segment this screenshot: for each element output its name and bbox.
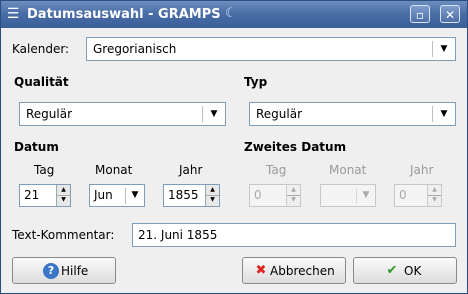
combo-separator <box>125 188 126 204</box>
help-label: Hilfe <box>61 264 89 278</box>
spin-down-icon[interactable]: ▼ <box>287 195 300 205</box>
calendar-label: Kalender: <box>12 42 70 56</box>
calendar-value: Gregorianisch <box>93 42 177 56</box>
type-value: Regulär <box>256 107 303 121</box>
chevron-down-icon: ▼ <box>210 109 218 119</box>
spin-down-icon[interactable]: ▼ <box>428 195 441 205</box>
window-title: Datumsauswahl - GRAMPS <box>27 7 221 22</box>
combo-separator <box>432 106 433 122</box>
close-icon[interactable]: ✕ <box>440 5 460 23</box>
checkmark-icon: ✔ <box>386 263 398 278</box>
spin-down-icon[interactable]: ▼ <box>206 195 219 205</box>
month-select[interactable]: Jun ▼ <box>89 184 145 207</box>
cancel-label: Abbrechen <box>270 264 335 278</box>
day-value: 21 <box>24 188 40 202</box>
window-menu-icon[interactable]: ☰ <box>5 6 21 22</box>
second-date-heading: Zweites Datum <box>244 140 347 154</box>
month-value: Jun <box>94 188 113 202</box>
combo-separator <box>202 106 203 122</box>
cancel-icon: ✖ <box>255 263 267 278</box>
text-comment-value: 21. Juni 1855 <box>138 228 218 242</box>
calendar-select[interactable]: Gregorianisch ▼ <box>86 37 456 61</box>
chevron-down-icon: ▼ <box>131 190 139 200</box>
ok-button[interactable]: ✔ OK <box>353 257 457 284</box>
year-spinner[interactable]: 1855 ▲ ▼ <box>163 184 220 207</box>
minimize-icon[interactable]: ▫ <box>410 5 430 23</box>
text-comment-label: Text-Kommentar: <box>12 228 115 242</box>
day-spinner[interactable]: 21 ▲ ▼ <box>19 184 71 207</box>
text-comment-input[interactable]: 21. Juni 1855 <box>132 223 456 247</box>
spin-buttons: ▲ ▼ <box>205 185 219 206</box>
day-label: Tag <box>34 163 55 177</box>
chevron-down-icon: ▼ <box>440 44 448 54</box>
chevron-down-icon: ▼ <box>362 190 370 200</box>
dialog-content: Kalender: Gregorianisch ▼ Qualität Regul… <box>1 28 467 293</box>
ok-label: OK <box>404 264 422 278</box>
second-day-label: Tag <box>266 163 287 177</box>
combo-separator <box>356 188 357 204</box>
spin-buttons: ▲ ▼ <box>56 185 70 206</box>
help-button[interactable]: ? Hilfe <box>12 257 116 284</box>
second-year-spinner[interactable]: 0 ▲ ▼ <box>394 184 442 207</box>
cancel-button[interactable]: ✖ Abbrechen <box>242 257 346 284</box>
second-day-spinner[interactable]: 0 ▲ ▼ <box>249 184 301 207</box>
quality-value: Regulär <box>26 107 73 121</box>
second-month-label: Monat <box>329 163 367 177</box>
gramps-logo-icon: ☾ <box>225 6 237 21</box>
year-value: 1855 <box>168 188 199 202</box>
spin-down-icon[interactable]: ▼ <box>57 195 70 205</box>
second-year-value: 0 <box>399 188 407 202</box>
quality-heading: Qualität <box>14 75 69 89</box>
chevron-down-icon: ▼ <box>440 109 448 119</box>
quality-select[interactable]: Regulär ▼ <box>19 102 226 126</box>
year-label: Jahr <box>179 163 203 177</box>
type-heading: Typ <box>244 75 268 89</box>
title-bar: ☰ Datumsauswahl - GRAMPS ☾ ▫ ✕ <box>1 1 467 28</box>
combo-separator <box>432 41 433 57</box>
spin-buttons: ▲ ▼ <box>427 185 441 206</box>
dialog-window: ☰ Datumsauswahl - GRAMPS ☾ ▫ ✕ Kalender:… <box>0 0 468 294</box>
date-heading: Datum <box>14 140 59 154</box>
type-select[interactable]: Regulär ▼ <box>249 102 456 126</box>
second-day-value: 0 <box>254 188 262 202</box>
spin-buttons: ▲ ▼ <box>286 185 300 206</box>
second-year-label: Jahr <box>410 163 434 177</box>
second-month-select[interactable]: ▼ <box>320 184 376 207</box>
month-label: Monat <box>95 163 133 177</box>
help-icon: ? <box>43 263 59 279</box>
